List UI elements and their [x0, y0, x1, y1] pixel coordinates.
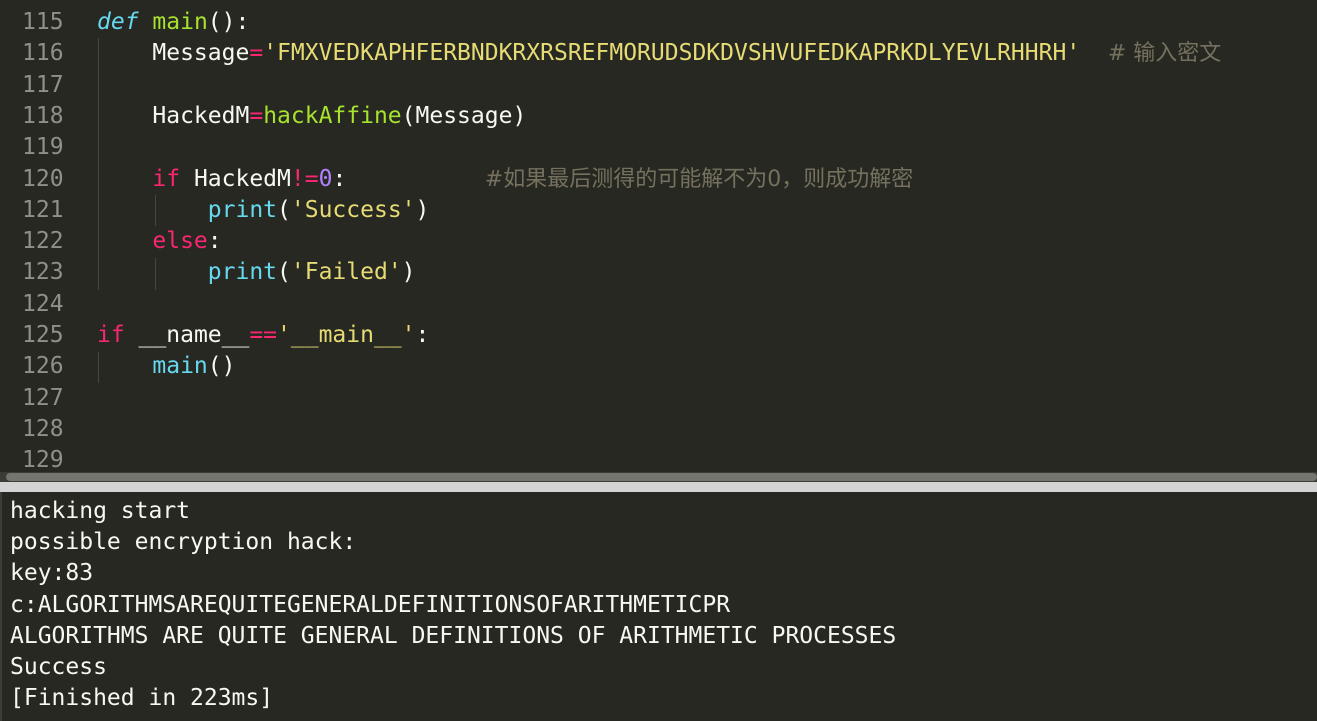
code-token: main: [152, 353, 208, 380]
code-token: HackedM: [97, 102, 250, 129]
code-text: else:: [97, 226, 222, 257]
code-line: 122 else:: [0, 226, 1317, 257]
line-number: 122: [22, 228, 64, 255]
code-line: 125 if __name__=='__main__':: [0, 320, 1317, 351]
code-token: def: [97, 9, 139, 35]
code-token: =: [249, 40, 264, 67]
code-token: 'Success': [290, 196, 416, 223]
code-token: hackAffine: [263, 102, 402, 129]
code-token: ): [415, 196, 430, 223]
code-token: ==: [249, 322, 278, 348]
line-number: 124: [22, 290, 64, 317]
code-token: 'FMXVEDKAPHFERBNDKRXRSREFMORUDSDKDVSHVUF…: [263, 40, 1081, 67]
code-line: 129: [0, 445, 1317, 471]
output-console[interactable]: hacking start possible encryption hack: ke…: [0, 492, 1317, 721]
line-number: 115: [22, 9, 64, 35]
code-token: #如果最后测得的可能解不为0，则成功解密: [484, 166, 914, 192]
code-text: Message='FMXVEDKAPHFERBNDKRXRSREFMORUDSD…: [97, 38, 1221, 69]
code-text: HackedM=hackAffine(Message): [97, 101, 526, 132]
code-token: # 输入密文: [1107, 41, 1222, 67]
code-token: ():: [207, 9, 250, 35]
code-line: 117: [0, 70, 1317, 101]
horizontal-scrollbar[interactable]: [0, 472, 1317, 482]
code-text: print('Failed'): [97, 257, 416, 288]
line-number: 129: [22, 447, 64, 471]
code-line: 126 main(): [0, 351, 1317, 382]
code-line: 127: [0, 383, 1317, 414]
line-number: 119: [22, 134, 64, 161]
console-line: possible encryption hack:: [10, 529, 357, 556]
code-text: if __name__=='__main__':: [97, 320, 429, 351]
code-token: __name__: [124, 322, 250, 348]
code-token: (): [207, 353, 236, 380]
code-token: main: [152, 9, 208, 35]
line-number: 116: [22, 40, 64, 67]
code-token: if: [97, 322, 125, 348]
code-token: !=: [290, 165, 319, 192]
code-token: Message: [97, 40, 250, 67]
code-line: 116 Message='FMXVEDKAPHFERBNDKRXRSREFMOR…: [0, 38, 1317, 69]
console-line: hacking start: [10, 498, 191, 524]
code-token: HackedM: [180, 165, 291, 192]
code-line: 115 def main():: [0, 7, 1317, 38]
code-token: print: [207, 259, 278, 286]
line-number: 127: [22, 384, 64, 411]
code-token: ): [401, 259, 416, 286]
code-line: 118 HackedM=hackAffine(Message): [0, 101, 1317, 132]
code-token: =: [249, 102, 264, 129]
indent-guide: [98, 352, 99, 383]
code-line: 119: [0, 132, 1317, 163]
line-number: 120: [22, 165, 64, 192]
panel-splitter[interactable]: [0, 482, 1317, 492]
console-line: key:83: [10, 560, 94, 587]
code-token: :: [332, 165, 485, 192]
code-token: print: [207, 196, 278, 223]
code-token: if: [152, 165, 181, 192]
console-line: Success: [10, 654, 107, 680]
line-number: 118: [22, 102, 64, 129]
line-number: 126: [22, 353, 64, 380]
code-text: print('Success'): [97, 195, 430, 226]
indent-guide: [155, 258, 156, 290]
code-line: 121 print('Success'): [0, 195, 1317, 226]
code-token: :: [415, 322, 430, 348]
scrollbar-thumb[interactable]: [6, 473, 1317, 481]
console-line: ALGORITHMS ARE QUITE GENERAL DEFINITIONS…: [10, 622, 897, 649]
indent-guide: [155, 195, 156, 226]
code-token: else: [152, 228, 208, 255]
code-token: (Message): [401, 102, 527, 129]
code-editor[interactable]: 115 def main(): 116 Message='FMXVEDKAPHFER…: [0, 0, 1317, 471]
code-text: main(): [97, 351, 235, 382]
code-token: :: [207, 228, 222, 255]
line-number: 125: [22, 322, 64, 348]
code-token: (: [277, 196, 291, 223]
line-number: 117: [22, 71, 64, 98]
line-number: 123: [22, 259, 64, 286]
code-line: 123 print('Failed'): [0, 257, 1317, 288]
line-number: 128: [22, 415, 64, 442]
code-token: '__main__': [277, 322, 416, 348]
code-text: if HackedM!=0: #如果最后测得的可能解不为0，则成功解密: [97, 164, 913, 195]
indent-guide: [98, 38, 99, 290]
line-number: 121: [22, 196, 64, 223]
code-token: (: [277, 259, 291, 286]
code-line: 128: [0, 414, 1317, 445]
code-text: def main():: [97, 7, 249, 38]
console-line: [Finished in 223ms]: [10, 685, 274, 712]
code-token: 0: [318, 165, 333, 192]
code-line: 124: [0, 289, 1317, 320]
code-token: 'Failed': [290, 259, 402, 286]
console-line: c:ALGORITHMSAREQUITEGENERALDEFINITIONSOF…: [10, 591, 731, 618]
code-line: 120 if HackedM!=0: #如果最后测得的可能解不为0，则成功解密: [0, 164, 1317, 195]
